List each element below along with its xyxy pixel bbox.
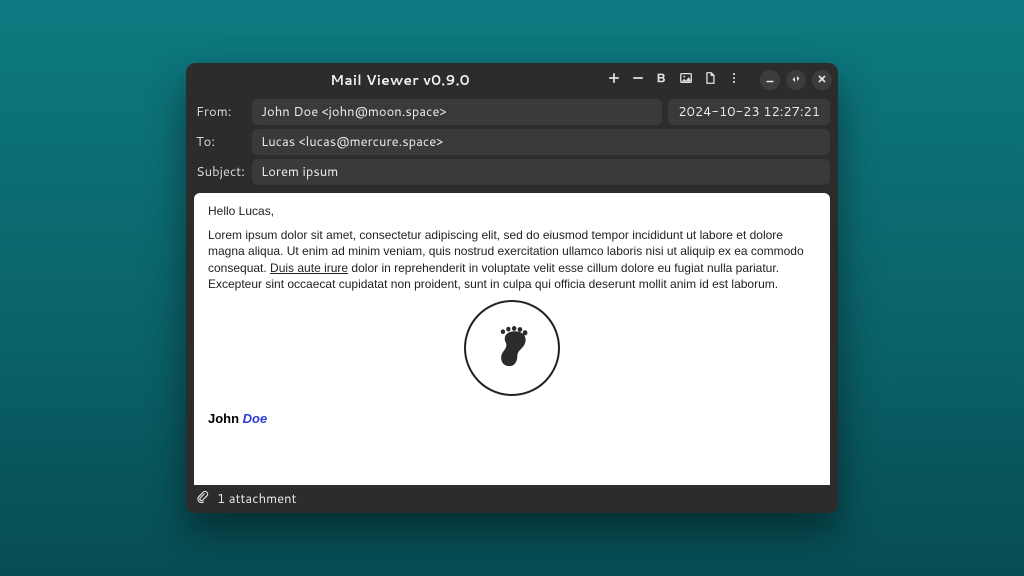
plus-icon: [607, 71, 621, 90]
attachment-icon: [196, 490, 209, 508]
image-button[interactable]: [676, 70, 696, 90]
minimize-button[interactable]: [760, 70, 780, 90]
date-value: 2024-10-23 12:27:21: [668, 99, 830, 125]
to-row: To: Lucas <lucas@mercure.space>: [194, 129, 830, 155]
maximize-button[interactable]: [786, 70, 806, 90]
signature-image: [208, 300, 816, 396]
subject-value[interactable]: Lorem ipsum: [252, 159, 830, 185]
foot-icon: [464, 300, 560, 396]
body-underlined: Duis aute irure: [270, 261, 348, 275]
from-value[interactable]: John Doe <john@moon.space>: [252, 99, 662, 125]
remove-button[interactable]: [628, 70, 648, 90]
format-icon: [655, 71, 669, 90]
from-label: From:: [194, 103, 246, 121]
mail-body[interactable]: Hello Lucas, Lorem ipsum dolor sit amet,…: [194, 193, 830, 485]
format-button[interactable]: [652, 70, 672, 90]
body-paragraph: Lorem ipsum dolor sit amet, consectetur …: [208, 227, 816, 292]
from-row: From: John Doe <john@moon.space> 2024-10…: [194, 99, 830, 125]
image-icon: [679, 71, 693, 90]
signature-text: John Doe: [208, 410, 816, 428]
titlebar-actions: [604, 70, 832, 90]
file-button[interactable]: [700, 70, 720, 90]
signature-last-name: Doe: [243, 411, 268, 426]
window-title: Mail Viewer v0.9.0: [196, 70, 604, 90]
titlebar: Mail Viewer v0.9.0: [186, 63, 838, 97]
to-label: To:: [194, 133, 246, 151]
mail-headers: From: John Doe <john@moon.space> 2024-10…: [186, 97, 838, 193]
close-button[interactable]: [812, 70, 832, 90]
app-window: Mail Viewer v0.9.0: [186, 63, 838, 513]
to-value[interactable]: Lucas <lucas@mercure.space>: [252, 129, 830, 155]
body-greeting: Hello Lucas,: [208, 203, 816, 219]
minimize-icon: [765, 71, 775, 89]
status-bar: 1 attachment: [186, 485, 838, 513]
add-button[interactable]: [604, 70, 624, 90]
minus-icon: [631, 71, 645, 90]
subject-row: Subject: Lorem ipsum: [194, 159, 830, 185]
signature-first-name: John: [208, 411, 243, 426]
maximize-icon: [791, 71, 801, 89]
menu-button[interactable]: [724, 70, 744, 90]
file-icon: [703, 71, 717, 90]
attachment-count[interactable]: 1 attachment: [217, 490, 297, 508]
kebab-menu-icon: [727, 71, 741, 90]
close-icon: [817, 71, 827, 89]
subject-label: Subject:: [194, 163, 246, 181]
